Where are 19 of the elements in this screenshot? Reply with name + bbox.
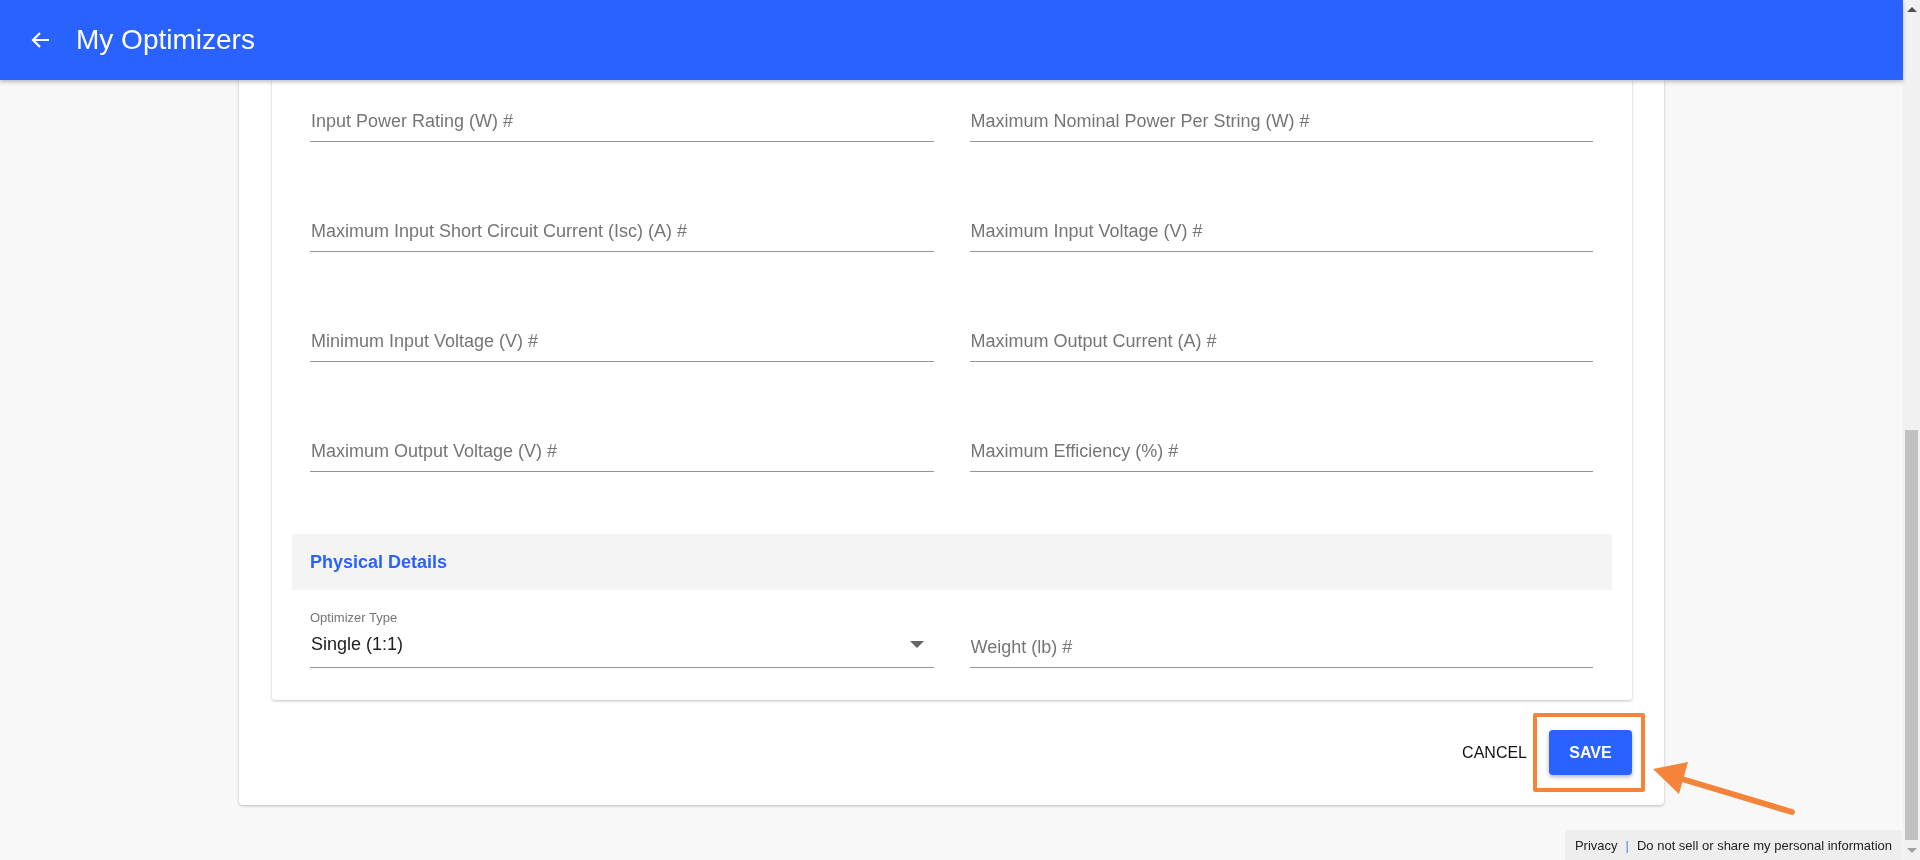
- optimizer-type-dropdown[interactable]: Optimizer Type Single (1:1): [310, 610, 934, 668]
- input-field[interactable]: Maximum Output Voltage (V) #: [310, 432, 934, 472]
- privacy-choices-link[interactable]: Do not sell or share my personal information: [1636, 837, 1892, 853]
- page-title: My Optimizers: [76, 24, 255, 56]
- input-field[interactable]: Weight (lb) #: [969, 628, 1593, 668]
- input-field[interactable]: Maximum Input Voltage (V) #: [969, 212, 1593, 252]
- scrollbar[interactable]: [1903, 0, 1920, 860]
- section-title: Physical Details: [310, 551, 448, 573]
- input-field[interactable]: Input Power Rating (W) #: [310, 102, 934, 142]
- save-button[interactable]: SAVE: [1549, 730, 1632, 775]
- input-field[interactable]: Maximum Nominal Power Per String (W) #: [969, 102, 1593, 142]
- caret-icon: [909, 640, 924, 648]
- separator: |: [1625, 837, 1629, 853]
- input-field[interactable]: Maximum Output Current (A) #: [969, 322, 1593, 362]
- input-field[interactable]: Maximum Efficiency (%) #: [969, 432, 1593, 472]
- input-field[interactable]: Minimum Input Voltage (V) #: [310, 322, 934, 362]
- cancel-button[interactable]: CANCEL: [1454, 730, 1535, 775]
- privacy-link[interactable]: Privacy: [1574, 837, 1618, 853]
- input-field[interactable]: Maximum Input Short Circuit Current (Isc) (A) #: [310, 212, 934, 252]
